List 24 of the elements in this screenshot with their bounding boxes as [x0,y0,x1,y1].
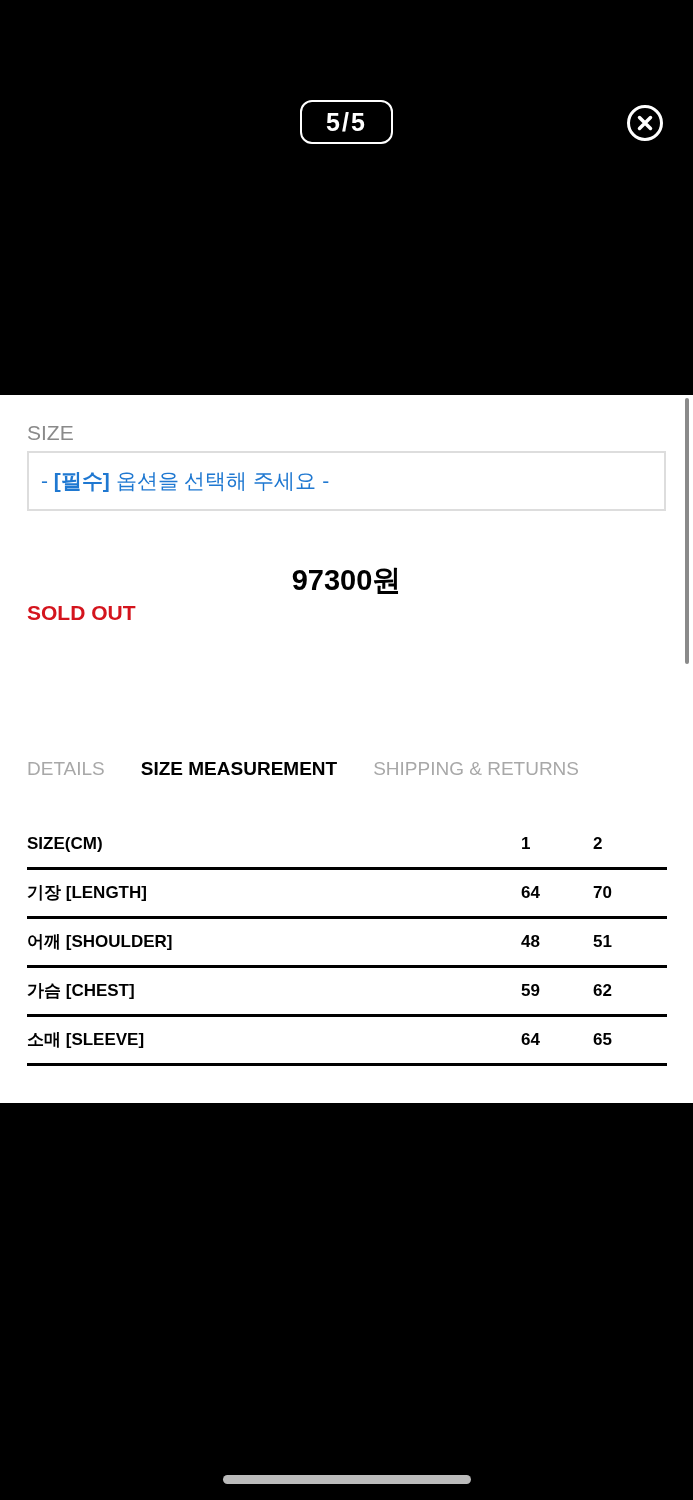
table-cell-text: 가슴 [CHEST] [27,980,136,1002]
table-cell-text: 64 [521,1029,541,1051]
column-header: SIZE(CM) [27,833,104,855]
table-cell-text: 48 [521,931,541,953]
option-label: SIZE [27,420,75,446]
page-counter: 5/5 [300,100,393,144]
table-cell-text: 59 [521,980,541,1002]
sold-out-label: SOLD OUT [27,600,137,626]
table-cell: 65 [593,1029,612,1051]
column-header: 2 [593,833,603,855]
option-select[interactable]: - [필수] 옵션을 선택해 주세요 - [27,451,666,511]
table-cell: 62 [593,980,612,1002]
tab[interactable]: DETAILS [27,758,105,780]
table-cell: 70 [593,882,612,904]
table-cell-text: 64 [521,882,541,904]
table-cell-text: 기장 [LENGTH] [27,882,148,904]
table-cell: 51 [593,931,612,953]
close-icon[interactable] [626,104,664,142]
column-header: 1 [521,833,532,855]
table-cell-text: 소매 [SLEEVE] [27,1029,146,1051]
tab[interactable]: SIZE MEASUREMENT [140,758,338,780]
price: 97300원 [290,563,403,598]
table-cell-text: 어깨 [SHOULDER] [27,931,174,953]
tab[interactable]: SHIPPING & RETURNS [373,758,579,780]
